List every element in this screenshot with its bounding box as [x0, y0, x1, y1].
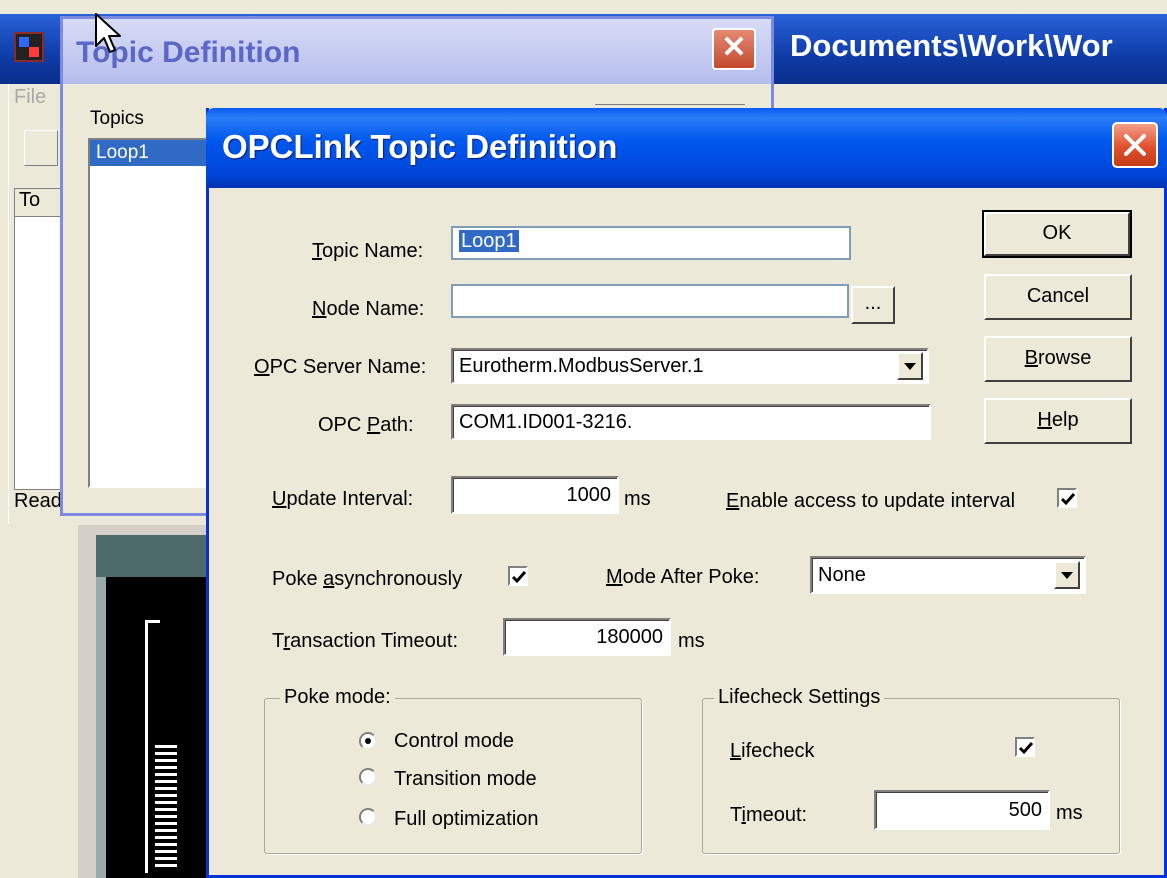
- lifecheck-timeout-unit: ms: [1056, 802, 1083, 824]
- opc-server-dropdown-button[interactable]: [897, 352, 923, 380]
- device-image-top: [96, 535, 218, 577]
- full-optimization-radio[interactable]: [359, 808, 377, 826]
- topics-label: Topics: [90, 108, 144, 129]
- dialog-title: OPCLink Topic Definition: [222, 128, 618, 165]
- help-button[interactable]: Help: [984, 398, 1132, 444]
- control-mode-radio[interactable]: [359, 732, 377, 750]
- checkmark-icon: [511, 571, 527, 584]
- dialog-close-button[interactable]: [1112, 122, 1158, 168]
- full-optimization-label: Full optimization: [394, 808, 539, 830]
- mode-after-poke-combobox[interactable]: None: [810, 556, 1086, 594]
- browse-button[interactable]: Browse: [984, 336, 1132, 382]
- opc-server-name-label: OPC Server Name:: [254, 356, 427, 378]
- lifecheck-timeout-field[interactable]: 500: [874, 790, 1050, 830]
- menu-file[interactable]: File: [14, 86, 46, 109]
- topic-definition-close-button[interactable]: ✕: [712, 28, 756, 70]
- node-name-field[interactable]: [451, 284, 849, 318]
- cancel-button[interactable]: Cancel: [984, 274, 1132, 320]
- control-mode-label: Control mode: [394, 730, 515, 752]
- lifecheck-timeout-label: Timeout:: [730, 804, 808, 826]
- node-browse-button[interactable]: ...: [851, 286, 895, 324]
- lifecheck-settings-group: [702, 698, 1120, 854]
- poke-async-checkbox[interactable]: [508, 566, 528, 586]
- update-interval-field[interactable]: 1000: [451, 476, 619, 514]
- transaction-timeout-label: Transaction Timeout:: [272, 630, 459, 652]
- enable-access-checkbox[interactable]: [1057, 488, 1077, 508]
- transaction-timeout-unit: ms: [678, 630, 705, 652]
- poke-mode-group-title: Poke mode:: [280, 686, 395, 709]
- opc-path-field[interactable]: COM1.ID001-3216.: [451, 404, 931, 440]
- checkmark-icon: [1018, 742, 1034, 755]
- topics-list-item[interactable]: Loop1: [90, 140, 212, 166]
- app-icon: [14, 32, 44, 62]
- checkmark-icon: [1060, 493, 1076, 506]
- topic-name-label: Topic Name:: [312, 240, 424, 262]
- topic-name-value: Loop1: [459, 230, 519, 252]
- new-file-button[interactable]: [24, 130, 58, 166]
- background-window-title: Documents\Work\Wor: [790, 28, 1113, 63]
- mode-after-poke-label: Mode After Poke:: [606, 566, 760, 588]
- lifecheck-settings-group-title: Lifecheck Settings: [714, 686, 885, 709]
- mouse-cursor-icon: [95, 13, 121, 53]
- poke-async-label: Poke asynchronously: [272, 568, 463, 590]
- transition-mode-radio[interactable]: [359, 768, 377, 786]
- update-interval-unit: ms: [624, 488, 651, 510]
- mode-after-poke-dropdown-button[interactable]: [1054, 561, 1080, 589]
- lifecheck-checkbox[interactable]: [1015, 737, 1035, 757]
- update-interval-label: Update Interval:: [272, 488, 414, 510]
- device-bar-graph: [155, 745, 177, 870]
- topic-name-field[interactable]: Loop1: [451, 226, 851, 260]
- topics-list[interactable]: [88, 138, 214, 488]
- transition-mode-label: Transition mode: [394, 768, 537, 790]
- node-name-label: Node Name:: [312, 298, 425, 320]
- ok-button[interactable]: OK: [982, 210, 1132, 258]
- close-icon: [1124, 134, 1146, 156]
- transaction-timeout-field[interactable]: 180000: [503, 618, 671, 656]
- opc-path-label: OPC Path:: [318, 414, 414, 436]
- opc-server-name-combobox[interactable]: Eurotherm.ModbusServer.1: [451, 348, 929, 384]
- enable-access-label: Enable access to update interval: [726, 490, 1016, 512]
- lifecheck-label: Lifecheck: [730, 740, 815, 762]
